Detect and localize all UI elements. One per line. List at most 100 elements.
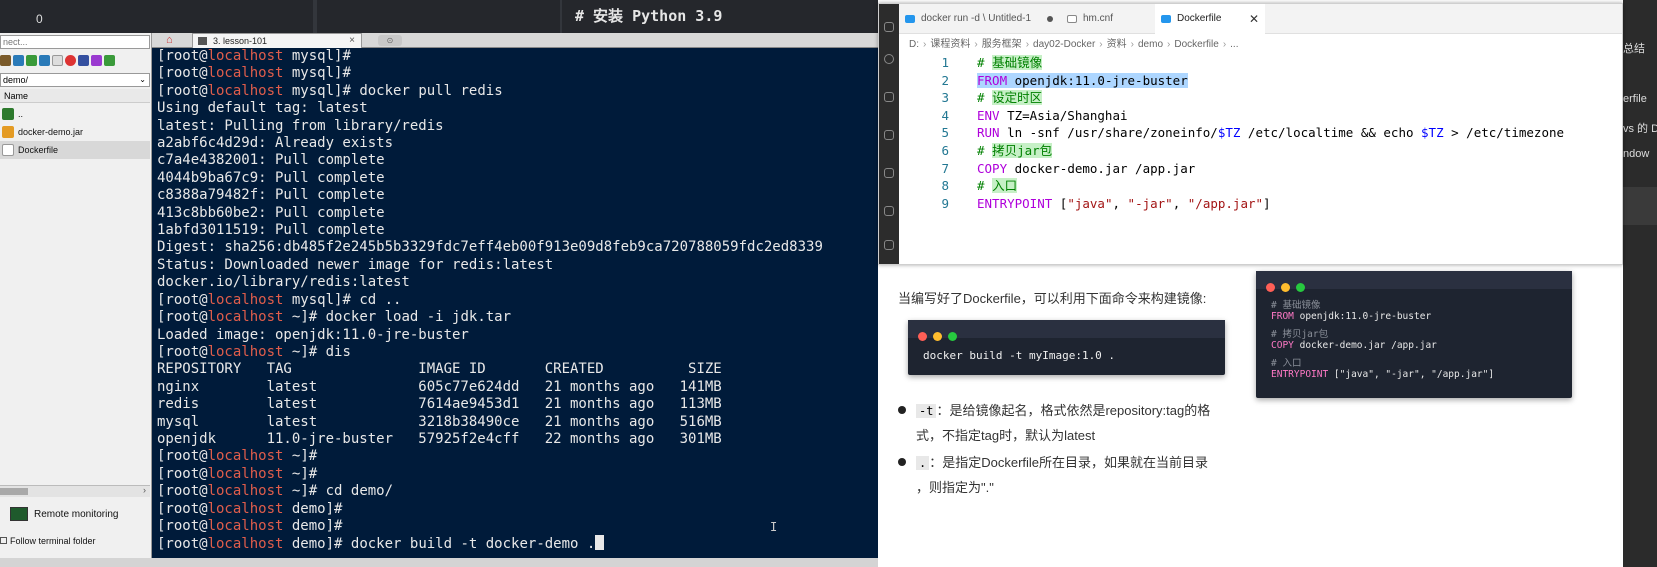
code-text: # 设定时区 <box>977 90 1043 106</box>
remote-monitoring-button[interactable]: Remote monitoring <box>0 501 150 529</box>
tab-lesson-101[interactable]: 3. lesson-101 × <box>192 33 362 48</box>
new-file-icon[interactable] <box>52 55 63 66</box>
terminal-output[interactable]: [root@localhost mysql]# [root@localhost … <box>152 48 878 558</box>
permissions-icon[interactable] <box>91 55 102 66</box>
folder-up-icon[interactable] <box>0 55 11 66</box>
close-icon[interactable]: ✕ <box>1249 4 1259 34</box>
tab-hm-cnf[interactable]: hm.cnf <box>1061 4 1153 34</box>
docker-icon <box>1161 15 1171 23</box>
bullet-line: 式，不指定tag时，默认为latest <box>916 428 1096 443</box>
extensions-icon[interactable] <box>884 168 894 178</box>
code-line: 6 # 拷贝jar包 <box>899 142 1622 160</box>
column-header-name[interactable]: Name <box>0 89 150 103</box>
source-control-icon[interactable] <box>884 92 894 102</box>
chevron-right-icon: › <box>1130 39 1134 50</box>
file-row-docker-demo-jar[interactable]: docker-demo.jar <box>0 123 150 141</box>
dockerfile-card: # 基础镜像 FROM openjdk:11.0-jre-buster # 拷贝… <box>1256 271 1572 398</box>
breadcrumb-item[interactable]: 课程资料 <box>930 39 970 50</box>
breadcrumb-item[interactable]: 资料 <box>1107 39 1127 50</box>
window-dots <box>1266 279 1311 297</box>
refresh-icon[interactable] <box>26 55 37 66</box>
activity-bar <box>879 4 899 264</box>
prompt-host: localhost <box>207 309 284 326</box>
code-editor[interactable]: 1 # 基础镜像 2 FROM openjdk:11.0-jre-buster 3 #… <box>899 54 1622 214</box>
breadcrumb-item[interactable]: 服务框架 <box>982 39 1022 50</box>
tab-dockerfile[interactable]: Dockerfile ✕ <box>1155 4 1265 34</box>
top-left-counter: 0 <box>36 12 43 26</box>
explorer-icon[interactable] <box>884 22 894 32</box>
edge-text: erfile <box>1623 93 1647 105</box>
prompt-host: localhost <box>207 343 284 360</box>
docker-icon <box>905 15 915 23</box>
breadcrumb-item[interactable]: Dockerfile <box>1174 39 1218 50</box>
breadcrumb-item[interactable]: demo <box>1138 39 1163 50</box>
text-cursor-icon: I <box>770 520 778 534</box>
chevron-right-icon[interactable]: › <box>143 485 146 495</box>
adjacent-window-edge: 总结 erfile vs 的 D ndow <box>1623 0 1657 567</box>
prompt-dir: mysql <box>291 291 335 308</box>
new-tab-button[interactable]: ⊙ <box>378 35 402 46</box>
breadcrumb-item[interactable]: day02-Docker <box>1033 39 1095 50</box>
prompt-command: cd demo/ <box>325 483 394 500</box>
card-line: # 入口 <box>1271 358 1302 369</box>
horizontal-scrollbar[interactable]: › <box>0 485 150 497</box>
prompt-command: cd .. <box>359 291 402 308</box>
docker-icon[interactable] <box>884 206 894 216</box>
breadcrumb-item[interactable]: ... <box>1230 39 1238 50</box>
settings-icon[interactable] <box>104 55 115 66</box>
checkbox-icon[interactable] <box>0 537 7 544</box>
chevron-right-icon: › <box>1222 39 1227 50</box>
delete-icon[interactable] <box>65 55 76 66</box>
home-icon[interactable]: ⌂ <box>166 34 180 46</box>
run-debug-icon[interactable] <box>884 130 894 140</box>
prompt-host: localhost <box>207 465 284 482</box>
chevron-down-icon[interactable]: ⌄ <box>139 74 146 86</box>
inline-code: . <box>916 456 930 470</box>
terminal-line: Digest: sha256:db485f2e245b5b3329fdc7eff… <box>157 239 823 256</box>
file-name: docker-demo.jar <box>18 127 84 137</box>
file-row-dockerfile[interactable]: Dockerfile <box>0 141 150 159</box>
terminal-icon <box>198 37 207 45</box>
close-icon[interactable]: × <box>349 34 355 48</box>
terminal-tab-bar: ⌂ 3. lesson-101 × ⊙ <box>152 33 878 48</box>
bullet-text: ：是指定Dockerfile所在目录，如果就在当前目录 <box>929 455 1209 470</box>
follow-terminal-folder-checkbox[interactable]: Follow terminal folder <box>0 532 150 550</box>
search-icon[interactable] <box>884 54 894 64</box>
bullet-icon <box>898 406 906 414</box>
inline-code: -t <box>916 404 937 418</box>
tab-untitled-1[interactable]: docker run -d \ Untitled-1 <box>899 4 1059 34</box>
terminal-line: [root@localhost ~]# <box>157 465 326 482</box>
upload-icon[interactable] <box>13 55 24 66</box>
prompt-dir: demo <box>291 517 326 534</box>
rename-icon[interactable] <box>78 55 89 66</box>
search-input[interactable]: nect... <box>0 35 150 49</box>
terminal-line: redis latest 7614ae9453d1 21 months ago … <box>157 396 722 413</box>
code-line: 4 ENV TZ=Asia/Shanghai <box>899 107 1622 125</box>
dot-icon <box>918 332 927 341</box>
terminal-line: REPOSITORY TAG IMAGE ID CREATED SIZE <box>157 361 722 378</box>
path-select[interactable]: demo/ ⌄ <box>0 73 150 87</box>
code-text: # 拷贝jar包 <box>977 142 1053 158</box>
tab-label: docker run -d \ Untitled-1 <box>921 13 1032 24</box>
code-text: COPY docker-demo.jar /app.jar <box>977 160 1196 176</box>
tab-label: hm.cnf <box>1083 13 1114 24</box>
remote-icon[interactable] <box>884 240 894 250</box>
bullet-line: . ：是指定Dockerfile所在目录，如果就在当前目录 <box>916 450 1208 476</box>
folder-up-icon <box>2 108 14 120</box>
terminal-line: 1abfd3011519: Pull complete <box>157 222 385 239</box>
terminal-line: [root@localhost mysql]# docker pull redi… <box>157 82 503 99</box>
bullet-line: ，则指定为"." <box>916 480 994 495</box>
breadcrumb-item[interactable]: D: <box>909 39 919 50</box>
chevron-right-icon: › <box>923 39 927 50</box>
prompt-command: docker pull redis <box>359 82 503 99</box>
unsaved-dot-icon[interactable] <box>1047 16 1053 22</box>
terminal-line: [root@localhost ~]# cd demo/ <box>157 483 394 500</box>
file-row-parent[interactable]: .. <box>0 105 150 123</box>
code-line: 3 # 设定时区 <box>899 89 1622 107</box>
line-number: 8 <box>941 178 949 194</box>
prompt-command: docker load -i jdk.tar <box>325 309 512 326</box>
terminal-line: nginx latest 605c77e624dd 21 months ago … <box>157 378 722 395</box>
scrollbar-thumb[interactable] <box>0 488 28 495</box>
terminal-line: [root@localhost mysql]# <box>157 48 360 64</box>
download-icon[interactable] <box>39 55 50 66</box>
